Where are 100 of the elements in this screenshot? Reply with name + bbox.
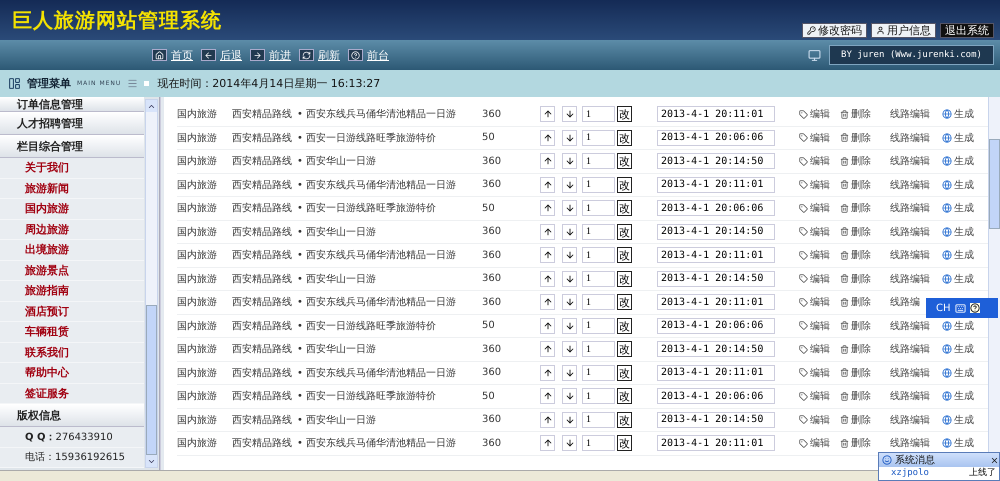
route-edit-link[interactable]: 线路编 xyxy=(890,295,920,310)
delete-link[interactable]: 删除 xyxy=(840,178,871,192)
move-down-button[interactable] xyxy=(562,153,577,170)
move-down-button[interactable] xyxy=(562,318,577,334)
route-edit-link[interactable]: 线路编辑 xyxy=(890,248,930,262)
time-field[interactable]: 2013-4-1 20:14:50 xyxy=(657,224,775,240)
route-edit-link[interactable]: 线路编辑 xyxy=(890,366,930,380)
sidebar-section[interactable]: 人才招聘管理 xyxy=(0,112,144,135)
sidebar-section[interactable]: 订单信息管理 xyxy=(0,97,144,112)
route-edit-link[interactable]: 线路编辑 xyxy=(890,318,930,333)
delete-link[interactable]: 删除 xyxy=(840,248,871,262)
sidebar-item[interactable]: 签证服务 xyxy=(0,384,144,404)
help-icon[interactable] xyxy=(970,303,980,313)
sidebar-item[interactable]: 车辆租赁 xyxy=(0,322,144,342)
route-edit-link[interactable]: 线路编辑 xyxy=(890,154,930,168)
edit-link[interactable]: 编辑 xyxy=(799,412,830,427)
generate-link[interactable]: 生成 xyxy=(942,178,974,192)
order-field[interactable]: 1 xyxy=(582,435,615,452)
apply-button[interactable]: 改 xyxy=(617,153,632,170)
order-field[interactable]: 1 xyxy=(582,388,615,404)
sidebar-item[interactable]: 联系我们 xyxy=(0,342,144,363)
edit-link[interactable]: 编辑 xyxy=(799,318,830,333)
route-edit-link[interactable]: 线路编辑 xyxy=(890,107,930,122)
order-field[interactable]: 1 xyxy=(582,224,615,240)
sidebar-item[interactable]: 旅游景点 xyxy=(0,260,144,281)
move-down-button[interactable] xyxy=(562,224,577,240)
move-down-button[interactable] xyxy=(562,106,577,122)
apply-button[interactable]: 改 xyxy=(617,130,632,146)
order-field[interactable]: 1 xyxy=(582,294,615,310)
delete-link[interactable]: 删除 xyxy=(840,389,871,404)
sidebar-item[interactable]: 帮助中心 xyxy=(0,363,144,384)
generate-link[interactable]: 生成 xyxy=(942,366,974,380)
generate-link[interactable]: 生成 xyxy=(942,272,974,286)
time-field[interactable]: 2013-4-1 20:14:50 xyxy=(657,412,775,428)
move-up-button[interactable] xyxy=(540,106,555,122)
route-edit-link[interactable]: 线路编辑 xyxy=(890,389,930,404)
time-field[interactable]: 2013-4-1 20:14:50 xyxy=(657,153,775,170)
sidebar-item[interactable]: 酒店预订 xyxy=(0,302,144,322)
move-up-button[interactable] xyxy=(540,364,555,381)
apply-button[interactable]: 改 xyxy=(617,294,632,310)
monitor-icon[interactable] xyxy=(808,48,821,62)
time-field[interactable]: 2013-4-1 20:14:50 xyxy=(657,270,775,287)
delete-link[interactable]: 删除 xyxy=(840,342,871,356)
delete-link[interactable]: 删除 xyxy=(840,295,871,310)
move-up-button[interactable] xyxy=(540,200,555,216)
keyboard-icon[interactable] xyxy=(954,302,966,314)
move-down-button[interactable] xyxy=(562,270,577,287)
route-edit-link[interactable]: 线路编辑 xyxy=(890,412,930,427)
edit-link[interactable]: 编辑 xyxy=(799,272,830,286)
time-field[interactable]: 2013-4-1 20:11:01 xyxy=(657,294,775,310)
delete-link[interactable]: 删除 xyxy=(840,130,871,145)
delete-link[interactable]: 删除 xyxy=(840,366,871,380)
move-down-button[interactable] xyxy=(562,200,577,216)
sidebar-item[interactable]: 旅游指南 xyxy=(0,281,144,302)
apply-button[interactable]: 改 xyxy=(617,412,632,428)
move-down-button[interactable] xyxy=(562,176,577,193)
time-field[interactable]: 2013-4-1 20:06:06 xyxy=(657,388,775,404)
nav-link[interactable]: 首页 xyxy=(152,48,193,62)
apply-button[interactable]: 改 xyxy=(617,388,632,404)
move-up-button[interactable] xyxy=(540,318,555,334)
generate-link[interactable]: 生成 xyxy=(942,107,974,122)
time-field[interactable]: 2013-4-1 20:06:06 xyxy=(657,200,775,216)
edit-link[interactable]: 编辑 xyxy=(799,295,830,310)
order-field[interactable]: 1 xyxy=(582,200,615,216)
change-password-button[interactable]: 修改密码 xyxy=(802,23,867,38)
sidebar-item[interactable]: 国内旅游 xyxy=(0,199,144,220)
edit-link[interactable]: 编辑 xyxy=(799,248,830,262)
edit-link[interactable]: 编辑 xyxy=(799,224,830,239)
order-field[interactable]: 1 xyxy=(582,153,615,170)
move-up-button[interactable] xyxy=(540,270,555,287)
logout-button[interactable]: 退出系统 xyxy=(940,23,994,38)
apply-button[interactable]: 改 xyxy=(617,176,632,193)
close-icon[interactable] xyxy=(990,456,999,464)
sidebar-item[interactable]: 周边旅游 xyxy=(0,220,144,240)
delete-link[interactable]: 删除 xyxy=(840,107,871,122)
route-edit-link[interactable]: 线路编辑 xyxy=(890,224,930,239)
order-field[interactable]: 1 xyxy=(582,341,615,358)
sidebar-item[interactable]: 旅游新闻 xyxy=(0,178,144,199)
edit-link[interactable]: 编辑 xyxy=(799,366,830,380)
generate-link[interactable]: 生成 xyxy=(942,389,974,404)
apply-button[interactable]: 改 xyxy=(617,341,632,358)
generate-link[interactable]: 生成 xyxy=(942,130,974,145)
move-up-button[interactable] xyxy=(540,294,555,310)
apply-button[interactable]: 改 xyxy=(617,364,632,381)
order-field[interactable]: 1 xyxy=(582,318,615,334)
route-edit-link[interactable]: 线路编辑 xyxy=(890,178,930,192)
move-down-button[interactable] xyxy=(562,341,577,358)
move-down-button[interactable] xyxy=(562,388,577,404)
generate-link[interactable]: 生成 xyxy=(942,318,974,333)
delete-link[interactable]: 删除 xyxy=(840,436,871,450)
time-field[interactable]: 2013-4-1 20:11:01 xyxy=(657,247,775,264)
time-field[interactable]: 2013-4-1 20:14:50 xyxy=(657,341,775,358)
move-down-button[interactable] xyxy=(562,130,577,146)
nav-link[interactable]: 后退 xyxy=(201,48,242,62)
time-field[interactable]: 2013-4-1 20:11:01 xyxy=(657,364,775,381)
apply-button[interactable]: 改 xyxy=(617,247,632,264)
scrollbar[interactable] xyxy=(145,99,158,468)
generate-link[interactable]: 生成 xyxy=(942,248,974,262)
generate-link[interactable]: 生成 xyxy=(942,412,974,427)
edit-link[interactable]: 编辑 xyxy=(799,154,830,168)
